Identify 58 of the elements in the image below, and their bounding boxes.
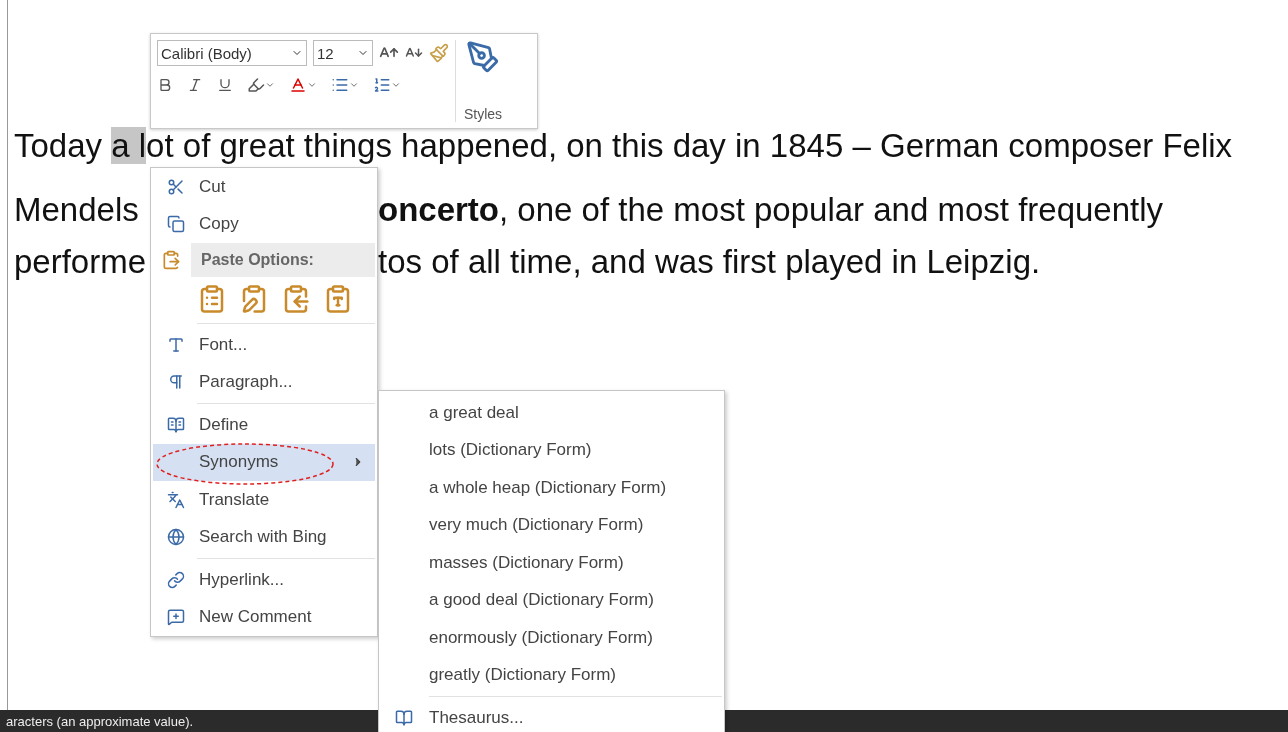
menu-item[interactable]: a good deal (Dictionary Form) xyxy=(379,581,724,619)
book-icon xyxy=(167,415,185,434)
menu-item[interactable]: Define xyxy=(153,406,375,444)
menu-item[interactable]: very much (Dictionary Form) xyxy=(379,506,724,544)
dropdown-icon xyxy=(391,80,401,90)
menu-item[interactable]: Cut xyxy=(153,168,375,206)
menu-item[interactable]: greatly (Dictionary Form) xyxy=(379,656,724,694)
globe-search-icon xyxy=(167,528,185,547)
highlight-button[interactable] xyxy=(247,76,275,94)
menu-item[interactable]: masses (Dictionary Form) xyxy=(379,544,724,582)
pen-icon xyxy=(466,40,501,74)
menu-item[interactable]: enormously (Dictionary Form) xyxy=(379,619,724,657)
font-icon xyxy=(167,335,185,354)
paragraph-text: performe xyxy=(14,243,147,280)
bullets-button[interactable] xyxy=(331,76,359,94)
styles-button[interactable]: Styles xyxy=(455,40,503,122)
paragraph-text: oncerto, one of the most popular and most frequently xyxy=(378,191,1164,228)
bold-button[interactable] xyxy=(157,77,173,93)
font-size-field[interactable]: 12 xyxy=(313,40,373,66)
menu-item[interactable]: Font... xyxy=(153,326,375,364)
dropdown-icon xyxy=(307,80,317,90)
status-text: aracters (an approximate value). xyxy=(6,713,194,729)
underline-button[interactable] xyxy=(217,77,233,93)
paragraph-text: Today xyxy=(14,127,104,164)
menu-item[interactable]: Synonyms xyxy=(153,443,375,481)
bullet-list-icon xyxy=(331,76,349,94)
selected-text: a l xyxy=(111,127,147,164)
dropdown-icon xyxy=(265,80,275,90)
menu-item[interactable]: lots (Dictionary Form) xyxy=(379,431,724,469)
translate-icon xyxy=(167,490,185,509)
paste-options-header: Paste Options: xyxy=(191,243,375,277)
italic-button[interactable] xyxy=(187,77,203,93)
scissors-icon xyxy=(167,177,185,196)
highlighter-icon xyxy=(247,76,265,94)
book-icon xyxy=(395,708,413,727)
comment-icon xyxy=(167,608,185,627)
font-color-button[interactable] xyxy=(289,76,317,94)
paragraph-icon xyxy=(167,373,185,392)
copy-icon xyxy=(167,215,185,234)
numbered-list-icon xyxy=(373,76,391,94)
font-name-field[interactable]: Calibri (Body) xyxy=(157,40,307,66)
menu-item[interactable]: Hyperlink... xyxy=(153,561,375,599)
menu-item[interactable]: Thesaurus... xyxy=(379,699,724,732)
paragraph-text: Mendels xyxy=(14,191,139,228)
menu-item[interactable]: Search with Bing xyxy=(153,518,375,556)
paragraph-text: tos of all time, and was first played in Leipzig. xyxy=(378,243,1041,280)
menu-item[interactable]: a whole heap (Dictionary Form) xyxy=(379,469,724,507)
paragraph-text: ot of great things happened, on this day in 1845 – German composer Felix xyxy=(146,127,1233,164)
menu-item[interactable]: a great deal xyxy=(379,394,724,432)
menu-item[interactable]: New Comment xyxy=(153,598,375,636)
numbering-button[interactable] xyxy=(373,76,401,94)
link-icon xyxy=(167,570,185,589)
clipboard-icon xyxy=(161,250,181,270)
font-color-icon xyxy=(289,76,307,94)
dropdown-icon xyxy=(349,80,359,90)
menu-item[interactable]: Paragraph... xyxy=(153,363,375,401)
menu-item[interactable]: Translate xyxy=(153,481,375,519)
menu-item[interactable]: Copy xyxy=(153,205,375,243)
